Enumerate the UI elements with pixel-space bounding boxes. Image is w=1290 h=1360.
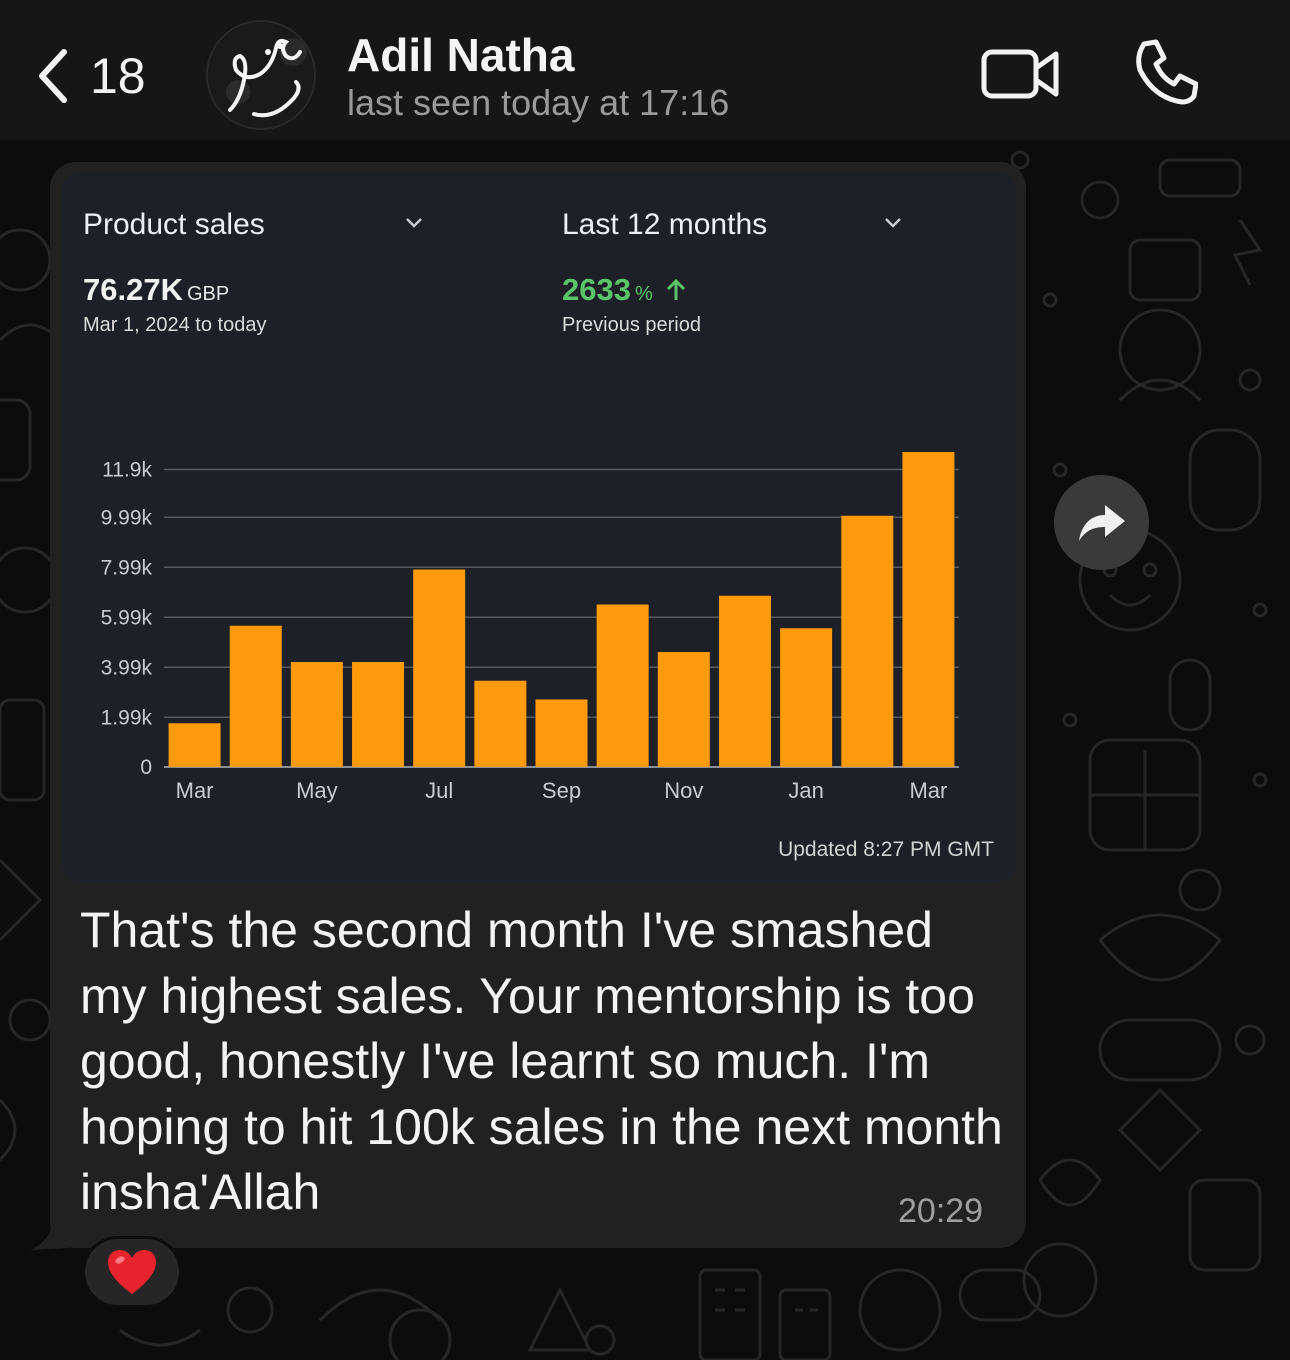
x-tick-label: May <box>296 778 338 803</box>
x-tick-label: Nov <box>664 778 703 803</box>
chart-bar <box>229 625 282 767</box>
avatar[interactable] <box>206 20 316 130</box>
chart-bar <box>352 662 405 767</box>
chart-bar <box>474 680 527 767</box>
x-tick-label: Jul <box>425 778 453 803</box>
chevron-left-icon <box>39 49 67 103</box>
chart-bar <box>780 628 833 767</box>
y-tick-label: 0 <box>140 756 152 779</box>
message-time: 20:29 <box>898 1192 984 1230</box>
forward-button[interactable] <box>1054 475 1149 570</box>
sales-bar-chart: 0 1.99k 3.99k 5.99k 7.99k 9.99k 11.9k Mar May Jul… <box>101 452 959 803</box>
phone-icon[interactable] <box>1130 38 1198 106</box>
reaction-badge[interactable] <box>82 1236 182 1308</box>
chart-bar <box>290 662 343 767</box>
heart-icon <box>108 1250 156 1294</box>
y-tick-label: 1.99k <box>101 706 153 729</box>
chart-bar <box>413 569 466 767</box>
unread-count: 18 <box>90 48 146 104</box>
chart-bar <box>718 595 771 767</box>
y-tick-label: 9.99k <box>101 506 153 529</box>
x-tick-label: Mar <box>176 778 214 803</box>
y-tick-label: 11.9k <box>102 459 152 482</box>
y-tick-label: 5.99k <box>101 606 153 629</box>
video-call-icon[interactable] <box>980 42 1060 102</box>
x-tick-label: Mar <box>909 778 947 803</box>
y-tick-label: 7.99k <box>101 556 153 579</box>
chart-bar <box>168 723 221 767</box>
chart-bar <box>902 452 955 767</box>
chart-bar <box>596 604 649 767</box>
chat-header: 18 Adil Natha last seen today at 17:16 <box>0 0 1290 140</box>
contact-name[interactable]: Adil Natha <box>347 28 574 82</box>
calligraphy-avatar-icon <box>208 22 314 128</box>
y-tick-label: 3.99k <box>101 656 153 679</box>
chart-bar <box>535 699 588 767</box>
updated-timestamp: Updated 8:27 PM GMT <box>778 838 994 861</box>
message-text: That's the second month I've smashed my … <box>80 902 1003 1220</box>
back-button[interactable]: 18 <box>30 36 170 116</box>
x-tick-label: Jan <box>788 778 823 803</box>
x-tick-label: Sep <box>542 778 581 803</box>
chart-bar <box>657 652 710 767</box>
sales-report-image[interactable]: Product sales Last 12 months 76.27K GBP M… <box>62 172 1016 882</box>
forward-icon <box>1078 504 1125 541</box>
last-seen-status: last seen today at 17:16 <box>347 82 730 123</box>
chart-bar <box>841 515 894 767</box>
